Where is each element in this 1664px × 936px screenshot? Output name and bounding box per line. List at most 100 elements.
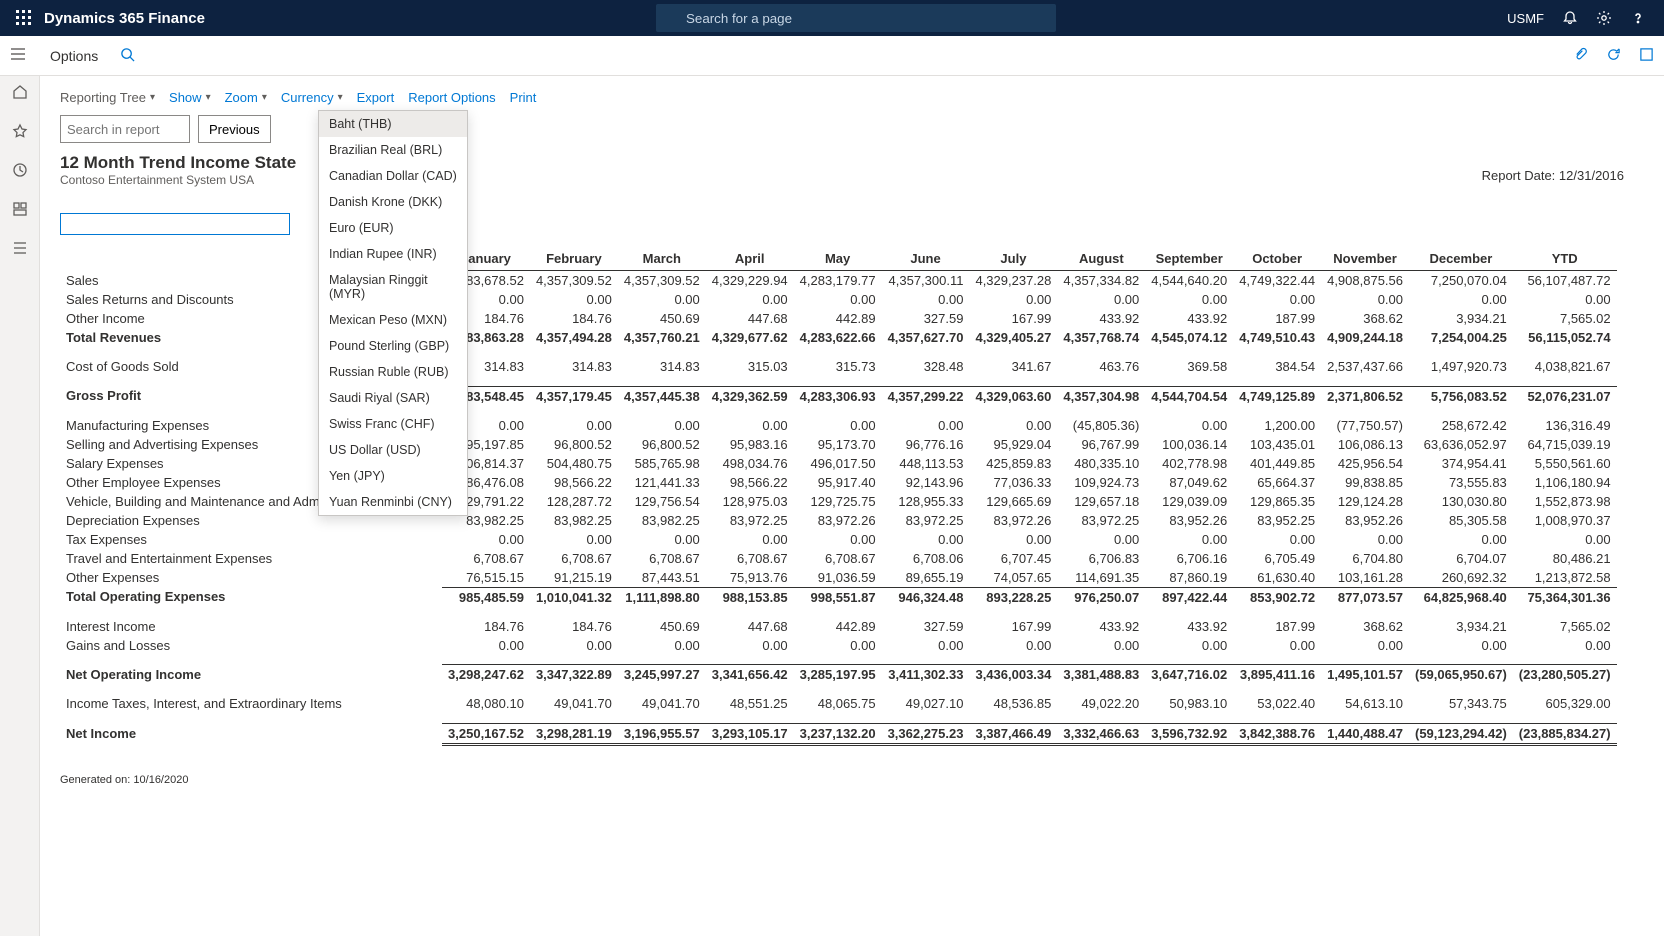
bell-icon[interactable] (1562, 10, 1578, 26)
star-icon[interactable] (12, 123, 28, 142)
data-cell: 65,664.37 (1233, 473, 1321, 492)
reporting-tree-button[interactable]: Reporting Tree ▾ (60, 90, 155, 105)
zoom-button[interactable]: Zoom ▾ (225, 90, 267, 105)
action-search-icon[interactable] (120, 47, 135, 65)
show-button[interactable]: Show ▾ (169, 90, 211, 105)
currency-dropdown[interactable]: Baht (THB)Brazilian Real (BRL)Canadian D… (318, 110, 468, 516)
currency-option[interactable]: Yuan Renminbi (CNY) (319, 489, 467, 515)
column-header: October (1233, 249, 1321, 271)
previous-button[interactable]: Previous (198, 115, 271, 143)
data-cell: 56,107,487.72 (1513, 271, 1617, 291)
currency-option[interactable]: Saudi Riyal (SAR) (319, 385, 467, 411)
data-cell: 7,250,070.04 (1409, 271, 1513, 291)
data-cell: 0.00 (969, 530, 1057, 549)
data-cell: 4,357,309.52 (618, 271, 706, 291)
data-cell: 448,113.53 (882, 454, 970, 473)
currency-option[interactable]: Yen (JPY) (319, 463, 467, 489)
workspace-icon[interactable] (12, 201, 28, 220)
data-cell: 129,865.35 (1233, 492, 1321, 511)
data-cell: 6,708.67 (706, 549, 794, 568)
data-cell: 0.00 (1145, 290, 1233, 309)
data-cell: 4,038,821.67 (1513, 357, 1617, 376)
data-cell: 3,332,466.63 (1057, 723, 1145, 744)
data-cell: 1,008,970.37 (1513, 511, 1617, 530)
currency-option[interactable]: Swiss Franc (CHF) (319, 411, 467, 437)
report-table: JanuaryFebruaryMarchAprilMayJuneJulyAugu… (60, 249, 1617, 746)
data-cell: 6,708.06 (882, 549, 970, 568)
expand-icon[interactable] (1639, 47, 1654, 65)
data-cell: 0.00 (706, 636, 794, 655)
row-label: Tax Expenses (60, 530, 442, 549)
data-cell: 96,776.16 (882, 435, 970, 454)
currency-option[interactable]: Mexican Peso (MXN) (319, 307, 467, 333)
data-cell: 3,411,302.33 (882, 665, 970, 685)
refresh-icon[interactable] (1606, 47, 1621, 65)
chevron-down-icon: ▾ (206, 92, 211, 103)
data-cell: 0.00 (1145, 416, 1233, 435)
data-cell: 48,065.75 (794, 694, 882, 713)
data-cell: 1,497,920.73 (1409, 357, 1513, 376)
data-cell: 85,305.58 (1409, 511, 1513, 530)
attach-icon[interactable] (1573, 47, 1588, 65)
currency-option[interactable]: Euro (EUR) (319, 215, 467, 241)
data-cell: 96,800.52 (618, 435, 706, 454)
modules-icon[interactable] (12, 240, 28, 259)
currency-option[interactable]: Malaysian Ringgit (MYR) (319, 267, 467, 307)
data-cell: 0.00 (1513, 530, 1617, 549)
generated-on: Generated on: 10/16/2020 (60, 774, 1644, 786)
data-cell: 6,708.67 (442, 549, 530, 568)
active-cell-input[interactable] (60, 213, 290, 235)
waffle-icon[interactable] (8, 10, 40, 26)
search-in-report-input[interactable] (60, 115, 190, 143)
data-cell: 3,842,388.76 (1233, 723, 1321, 744)
clock-icon[interactable] (12, 162, 28, 181)
export-button[interactable]: Export (357, 90, 395, 105)
data-cell: 5,756,083.52 (1409, 386, 1513, 406)
data-cell: 4,329,229.94 (706, 271, 794, 291)
data-cell: 56,115,052.74 (1513, 328, 1617, 347)
currency-option[interactable]: Canadian Dollar (CAD) (319, 163, 467, 189)
currency-option[interactable]: Brazilian Real (BRL) (319, 137, 467, 163)
data-cell: 77,036.33 (969, 473, 1057, 492)
data-cell: 121,441.33 (618, 473, 706, 492)
currency-option[interactable]: Danish Krone (DKK) (319, 189, 467, 215)
data-cell: 401,449.85 (1233, 454, 1321, 473)
data-cell: 0.00 (530, 416, 618, 435)
data-cell: 0.00 (794, 290, 882, 309)
data-cell: 877,073.57 (1321, 587, 1409, 607)
data-cell: 75,364,301.36 (1513, 587, 1617, 607)
print-button[interactable]: Print (510, 90, 537, 105)
options-button[interactable]: Options (50, 48, 98, 64)
help-icon[interactable] (1630, 10, 1646, 26)
currency-option[interactable]: Pound Sterling (GBP) (319, 333, 467, 359)
data-cell: 89,655.19 (882, 568, 970, 588)
data-cell: 1,111,898.80 (618, 587, 706, 607)
data-cell: 0.00 (969, 636, 1057, 655)
hamburger-icon[interactable] (10, 47, 34, 64)
data-cell: 447.68 (706, 617, 794, 636)
data-cell: 4,329,677.62 (706, 328, 794, 347)
currency-option[interactable]: Indian Rupee (INR) (319, 241, 467, 267)
home-icon[interactable] (12, 84, 28, 103)
data-cell: 328.48 (882, 357, 970, 376)
currency-button[interactable]: Currency ▾ (281, 90, 343, 105)
data-cell: 3,285,197.95 (794, 665, 882, 685)
data-cell: 988,153.85 (706, 587, 794, 607)
gear-icon[interactable] (1596, 10, 1612, 26)
report-options-button[interactable]: Report Options (408, 90, 495, 105)
currency-option[interactable]: Baht (THB) (319, 111, 467, 137)
data-cell: 184.76 (530, 309, 618, 328)
data-cell: 3,934.21 (1409, 617, 1513, 636)
data-cell: 3,298,247.62 (442, 665, 530, 685)
data-cell: 4,357,304.98 (1057, 386, 1145, 406)
column-header: December (1409, 249, 1513, 271)
currency-option[interactable]: Russian Ruble (RUB) (319, 359, 467, 385)
environment-label[interactable]: USMF (1507, 11, 1544, 26)
data-cell: 0.00 (1233, 636, 1321, 655)
currency-option[interactable]: US Dollar (USD) (319, 437, 467, 463)
data-cell: 4,283,306.93 (794, 386, 882, 406)
data-cell: 4,749,125.89 (1233, 386, 1321, 406)
data-cell: 3,347,322.89 (530, 665, 618, 685)
global-search-input[interactable] (656, 4, 1056, 32)
data-cell: 4,357,309.52 (530, 271, 618, 291)
